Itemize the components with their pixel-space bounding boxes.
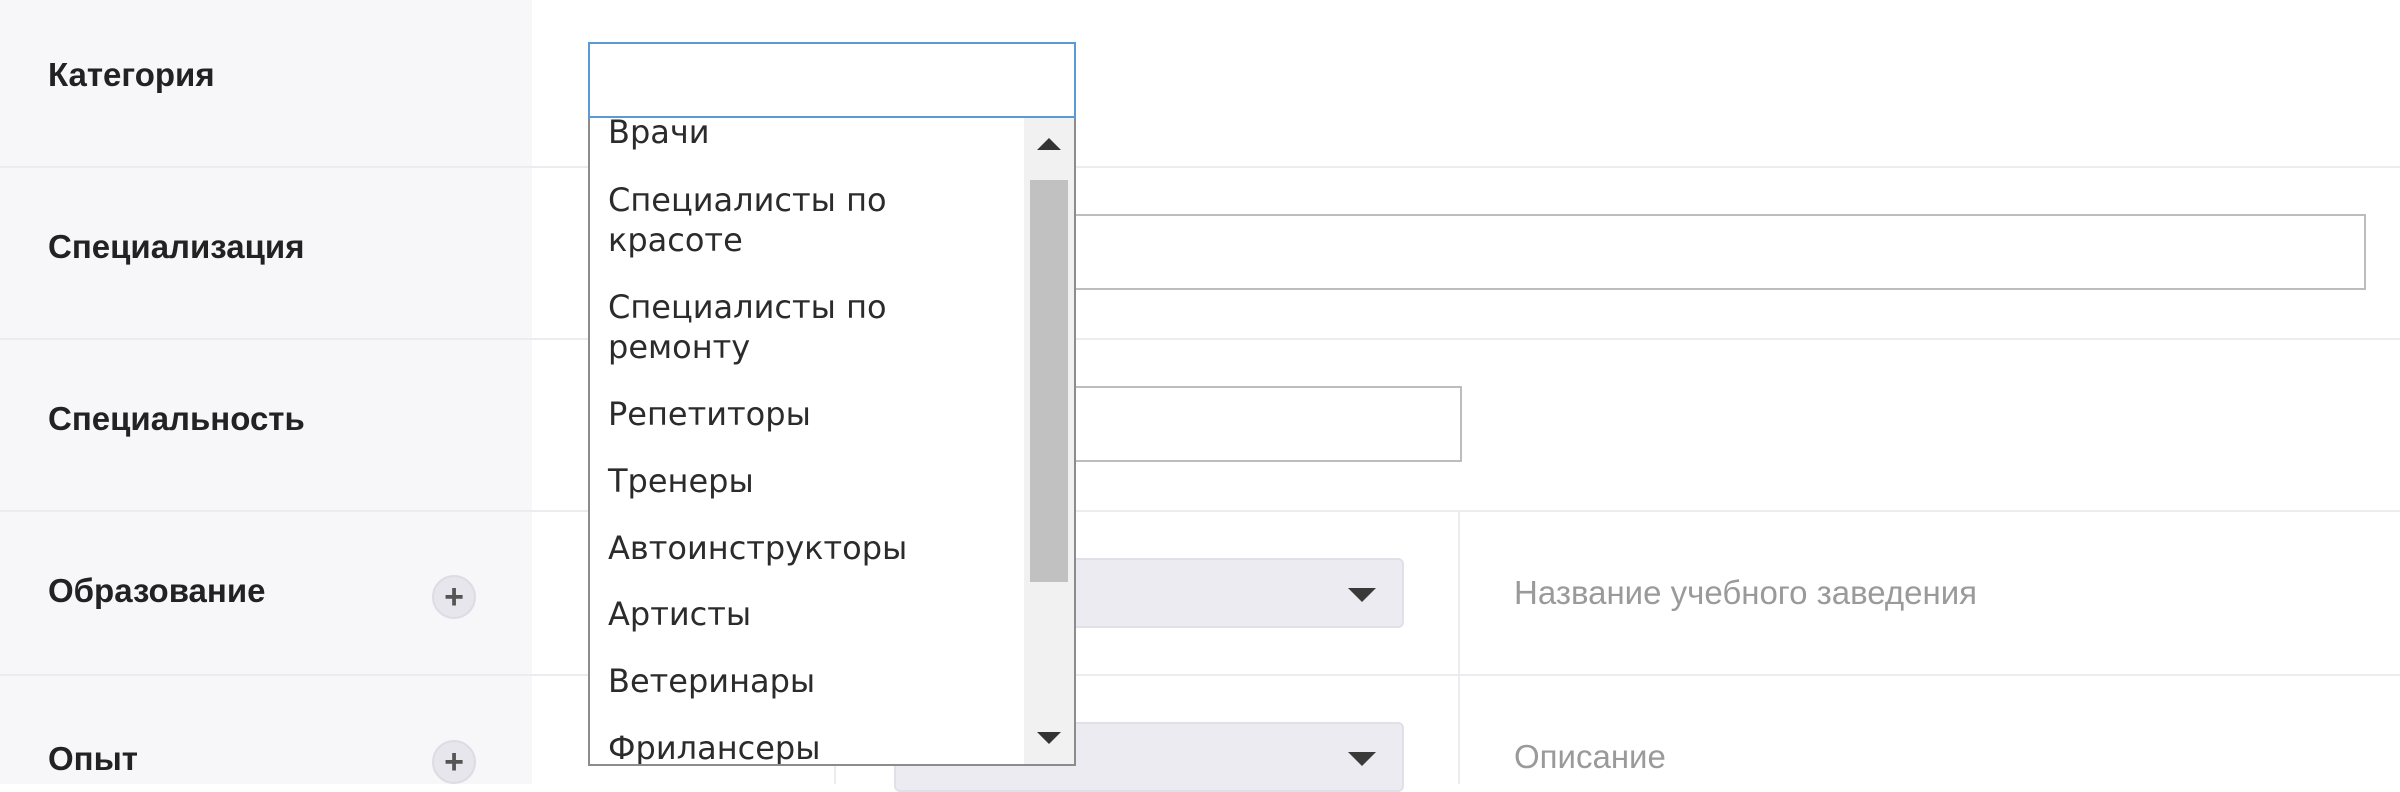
form-row-specialization: Специализация [0,168,2400,340]
form-row-specialty: Специальность [0,340,2400,512]
column-divider [1458,512,1460,676]
plus-icon: + [444,743,464,781]
row-label: Специализация [48,228,305,265]
form-row-category: Категория [0,0,2400,168]
experience-description-field[interactable]: Описание [1514,738,1666,776]
category-dropdown-list[interactable]: Врачи Специалисты по красоте Специалисты… [588,118,1076,766]
triangle-down-icon[interactable] [1037,732,1061,744]
column-divider [1458,676,1460,784]
chevron-down-icon [1348,752,1376,766]
triangle-up-icon[interactable] [1037,138,1061,150]
chevron-down-icon [1348,588,1376,602]
dropdown-option[interactable]: Автоинструкторы [608,528,1008,568]
dropdown-option[interactable]: Специалисты по ремонту [608,287,1008,367]
dropdown-option[interactable]: Врачи [608,118,1008,152]
scrollbar-thumb[interactable] [1030,180,1068,582]
dropdown-option[interactable]: Специалисты по красоте [608,180,1008,260]
dropdown-option[interactable]: Тренеры [608,461,1008,501]
row-label: Специальность [48,400,305,437]
dropdown-option[interactable]: Ветеринары [608,661,1008,701]
row-label: Категория [48,56,215,93]
category-search-input[interactable] [588,42,1076,118]
form-row-education: Образование + Название учебного заведени… [0,512,2400,676]
dropdown-option[interactable]: Репетиторы [608,394,1008,434]
row-label: Опыт [48,740,138,777]
form-row-experience: Опыт + Описание [0,676,2400,792]
dropdown-option[interactable]: Артисты [608,594,1008,634]
plus-icon: + [444,578,464,616]
add-experience-button[interactable]: + [432,740,476,784]
dropdown-scrollbar[interactable] [1024,118,1074,764]
institution-name-field[interactable]: Название учебного заведения [1514,574,1977,612]
row-label: Образование [48,572,266,609]
dropdown-option[interactable]: Фрилансеры [608,728,1008,764]
add-education-button[interactable]: + [432,575,476,619]
